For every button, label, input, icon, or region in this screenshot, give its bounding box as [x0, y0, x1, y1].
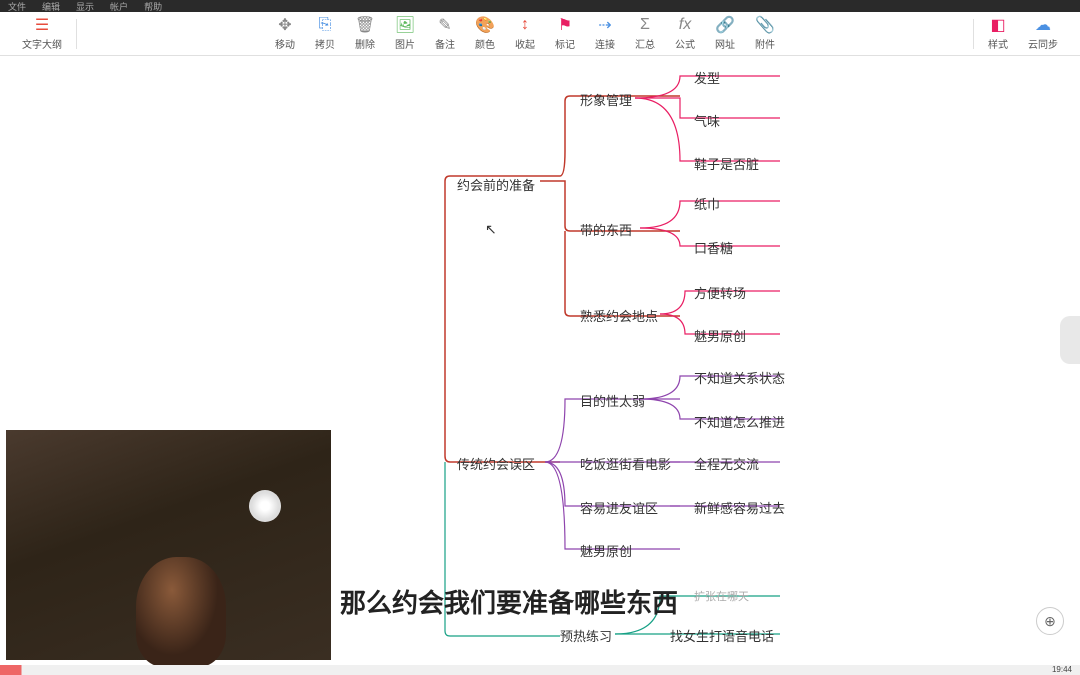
- side-panel-tab[interactable]: [1060, 316, 1080, 364]
- mindmap-canvas[interactable]: 约会前的准备 形象管理 发型 气味 鞋子是否脏 带的东西 纸巾 口香糖 熟悉约会…: [0, 56, 1080, 675]
- node-root2[interactable]: 传统约会误区: [457, 452, 535, 475]
- formula-icon: fx: [676, 16, 694, 34]
- node-b8-side2[interactable]: 扩张在哪天: [694, 586, 749, 606]
- node-b8[interactable]: 预热练习: [560, 624, 612, 647]
- trash-icon: 🗑: [356, 16, 374, 34]
- node-b6[interactable]: 容易进友谊区: [580, 496, 658, 519]
- node-b2[interactable]: 带的东西: [580, 218, 632, 241]
- menu-file[interactable]: 文件: [8, 0, 26, 13]
- outline-button[interactable]: ☰ 文字大纲: [12, 12, 72, 55]
- node-b5-side[interactable]: 全程无交流: [694, 452, 759, 475]
- cloud-icon: ☁: [1034, 16, 1052, 34]
- list-icon: ☰: [33, 16, 51, 34]
- url-button[interactable]: 🔗 网址: [705, 12, 745, 55]
- delete-button[interactable]: 🗑 删除: [345, 12, 385, 55]
- cursor-icon: ↖: [485, 221, 497, 238]
- link2-icon: 🔗: [716, 16, 734, 34]
- summary-icon: Σ: [636, 16, 654, 34]
- flag-icon: ⚑: [556, 16, 574, 34]
- palette-icon: 🎨: [476, 16, 494, 34]
- copy-icon: ⎘: [316, 16, 334, 34]
- marker-button[interactable]: ⚑ 标记: [545, 12, 585, 55]
- node-b3[interactable]: 熟悉约会地点: [580, 304, 658, 327]
- sync-button[interactable]: ☁ 云同步: [1018, 12, 1068, 55]
- eraser-icon: ◧: [989, 16, 1007, 34]
- node-b2-c0[interactable]: 纸巾: [694, 192, 720, 215]
- taskbar: [0, 665, 1080, 675]
- style-button[interactable]: ◧ 样式: [978, 12, 1018, 55]
- node-b4-c0[interactable]: 不知道关系状态: [694, 366, 785, 389]
- node-b1-c2[interactable]: 鞋子是否脏: [694, 152, 759, 175]
- connect-button[interactable]: ⇢ 连接: [585, 12, 625, 55]
- menu-view[interactable]: 显示: [76, 0, 94, 13]
- attach-button[interactable]: 📎 附件: [745, 12, 785, 55]
- webcam-overlay: [6, 430, 331, 660]
- node-b2-c1[interactable]: 口香糖: [694, 236, 733, 259]
- formula-button[interactable]: fx 公式: [665, 12, 705, 55]
- note-icon: ✎: [436, 16, 454, 34]
- node-b5[interactable]: 吃饭逛街看电影: [580, 452, 671, 475]
- paperclip-icon: 📎: [756, 16, 774, 34]
- summary-button[interactable]: Σ 汇总: [625, 12, 665, 55]
- node-b1[interactable]: 形象管理: [580, 88, 632, 111]
- link-icon: ⇢: [596, 16, 614, 34]
- node-b3-c0[interactable]: 方便转场: [694, 281, 746, 304]
- node-b3-c1[interactable]: 魅男原创: [694, 324, 746, 347]
- move-icon: ✥: [276, 16, 294, 34]
- copy-button[interactable]: ⎘ 拷贝: [305, 12, 345, 55]
- node-root[interactable]: 约会前的准备: [457, 173, 535, 196]
- image-button[interactable]: 🖼 图片: [385, 12, 425, 55]
- node-b6-side[interactable]: 新鲜感容易过去: [694, 496, 785, 519]
- subtitle-text: 那么约会我们要准备哪些东西: [340, 583, 678, 620]
- node-b4[interactable]: 目的性太弱: [580, 389, 645, 412]
- node-b7[interactable]: 魅男原创: [580, 539, 632, 562]
- node-b1-c1[interactable]: 气味: [694, 109, 720, 132]
- node-b1-c0[interactable]: 发型: [694, 66, 720, 89]
- move-button[interactable]: ✥ 移动: [265, 12, 305, 55]
- color-button[interactable]: 🎨 颜色: [465, 12, 505, 55]
- menu-edit[interactable]: 编辑: [42, 0, 60, 13]
- node-b4-c1[interactable]: 不知道怎么推进: [694, 410, 785, 433]
- image-icon: 🖼: [396, 16, 414, 34]
- clock: 19:44: [1052, 665, 1072, 674]
- menu-help[interactable]: 帮助: [144, 0, 162, 13]
- zoom-button[interactable]: ⊕: [1036, 607, 1064, 635]
- menu-account[interactable]: 帐户: [110, 0, 128, 13]
- collapse-icon: ↕: [516, 16, 534, 34]
- note-button[interactable]: ✎ 备注: [425, 12, 465, 55]
- collapse-button[interactable]: ↕ 收起: [505, 12, 545, 55]
- node-b8-side[interactable]: 找女生打语音电话: [670, 624, 774, 647]
